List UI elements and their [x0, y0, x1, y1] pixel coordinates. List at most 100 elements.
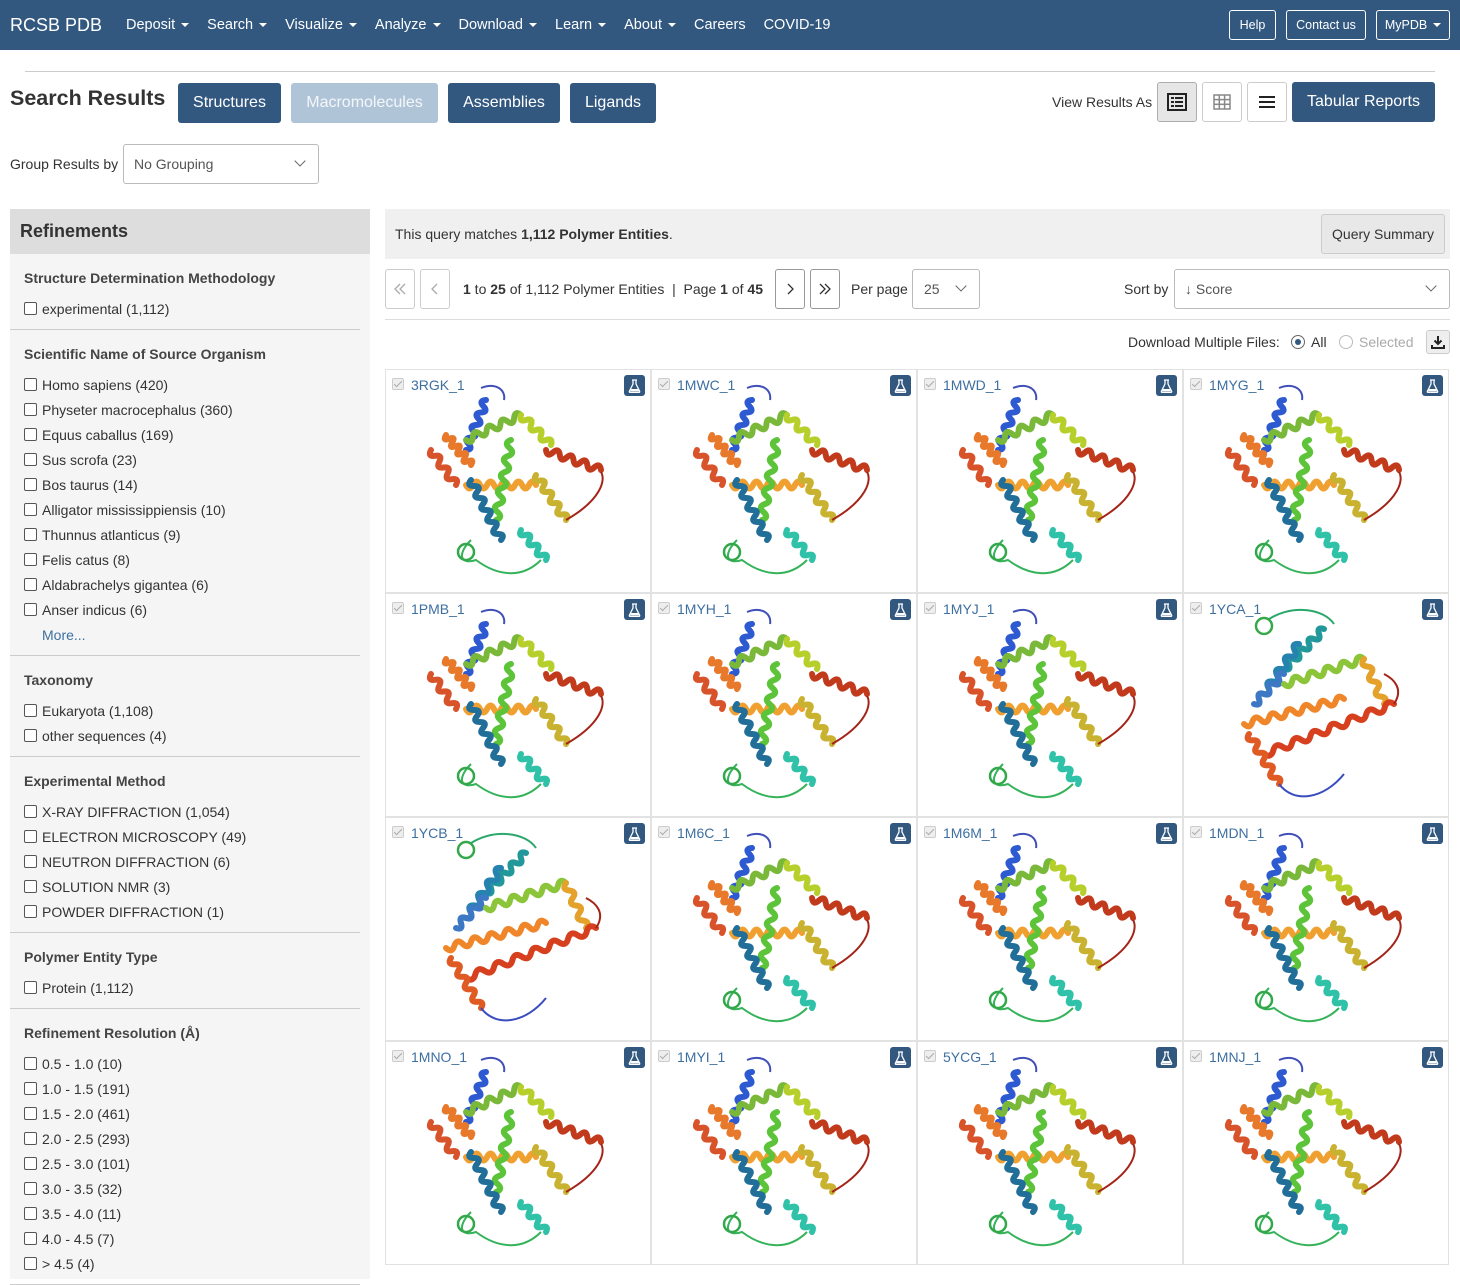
facet-option[interactable]: POWDER DIFFRACTION (1): [24, 899, 350, 924]
tab-macromolecules[interactable]: Macromolecules: [291, 83, 438, 123]
grouping-select[interactable]: No Grouping: [123, 144, 319, 184]
result-checkbox[interactable]: [924, 602, 936, 614]
facet-option[interactable]: Physeter macrocephalus (360): [24, 397, 350, 422]
flask-icon[interactable]: [1422, 823, 1443, 844]
facet-checkbox[interactable]: [24, 1182, 37, 1195]
facet-checkbox[interactable]: [24, 503, 37, 516]
result-checkbox[interactable]: [392, 602, 404, 614]
facet-checkbox[interactable]: [24, 880, 37, 893]
download-selected-radio[interactable]: [1339, 335, 1353, 349]
facet-option[interactable]: Alligator mississippiensis (10): [24, 497, 350, 522]
facet-option[interactable]: 0.5 - 1.0 (10): [24, 1051, 350, 1076]
flask-icon[interactable]: [890, 823, 911, 844]
result-checkbox[interactable]: [658, 1050, 670, 1062]
flask-icon[interactable]: [1156, 1047, 1177, 1068]
facet-option[interactable]: 1.0 - 1.5 (191): [24, 1076, 350, 1101]
flask-icon[interactable]: [624, 599, 645, 620]
tab-structures[interactable]: Structures: [178, 83, 281, 123]
result-checkbox[interactable]: [392, 826, 404, 838]
facet-checkbox[interactable]: [24, 1107, 37, 1120]
sort-select[interactable]: ↓ Score: [1174, 269, 1450, 309]
help-button[interactable]: Help: [1229, 10, 1276, 40]
structure-image[interactable]: [426, 1052, 616, 1252]
facet-option[interactable]: 1.5 - 2.0 (461): [24, 1101, 350, 1126]
facet-checkbox[interactable]: [24, 1157, 37, 1170]
facet-checkbox[interactable]: [24, 553, 37, 566]
facet-option[interactable]: Equus caballus (169): [24, 422, 350, 447]
flask-icon[interactable]: [1422, 375, 1443, 396]
nav-visualize[interactable]: Visualize: [285, 17, 357, 33]
nav-covid-19[interactable]: COVID-19: [764, 17, 831, 33]
facet-checkbox[interactable]: [24, 1082, 37, 1095]
facet-option[interactable]: experimental (1,112): [24, 296, 350, 321]
next-page-button[interactable]: [775, 269, 805, 309]
facet-option[interactable]: SOLUTION NMR (3): [24, 874, 350, 899]
facet-option[interactable]: X-RAY DIFFRACTION (1,054): [24, 799, 350, 824]
flask-icon[interactable]: [1422, 1047, 1443, 1068]
structure-image[interactable]: [958, 1052, 1148, 1252]
structure-image[interactable]: [1224, 828, 1414, 1028]
facet-checkbox[interactable]: [24, 428, 37, 441]
facet-checkbox[interactable]: [24, 403, 37, 416]
structure-image[interactable]: [958, 828, 1148, 1028]
facet-option[interactable]: Sus scrofa (23): [24, 447, 350, 472]
download-all-radio[interactable]: [1291, 335, 1305, 349]
result-checkbox[interactable]: [658, 602, 670, 614]
structure-image[interactable]: [426, 828, 616, 1028]
flask-icon[interactable]: [624, 1047, 645, 1068]
structure-image[interactable]: [958, 380, 1148, 580]
flask-icon[interactable]: [1156, 823, 1177, 844]
result-checkbox[interactable]: [1190, 826, 1202, 838]
nav-analyze[interactable]: Analyze: [375, 17, 441, 33]
facet-checkbox[interactable]: [24, 704, 37, 717]
facet-option[interactable]: Thunnus atlanticus (9): [24, 522, 350, 547]
facet-checkbox[interactable]: [24, 729, 37, 742]
nav-download[interactable]: Download: [459, 17, 537, 33]
facet-option[interactable]: Eukaryota (1,108): [24, 698, 350, 723]
result-checkbox[interactable]: [924, 1050, 936, 1062]
facet-checkbox[interactable]: [24, 302, 37, 315]
query-summary-button[interactable]: Query Summary: [1321, 214, 1445, 254]
more-link[interactable]: More...: [24, 622, 350, 647]
facet-checkbox[interactable]: [24, 378, 37, 391]
structure-image[interactable]: [958, 604, 1148, 804]
facet-option[interactable]: > 4.5 (4): [24, 1251, 350, 1276]
facet-option[interactable]: NEUTRON DIFFRACTION (6): [24, 849, 350, 874]
facet-checkbox[interactable]: [24, 1132, 37, 1145]
facet-option[interactable]: Bos taurus (14): [24, 472, 350, 497]
result-checkbox[interactable]: [924, 826, 936, 838]
structure-image[interactable]: [1224, 604, 1414, 804]
last-page-button[interactable]: [810, 269, 840, 309]
structure-image[interactable]: [692, 604, 882, 804]
flask-icon[interactable]: [890, 599, 911, 620]
nav-search[interactable]: Search: [207, 17, 268, 33]
flask-icon[interactable]: [624, 375, 645, 396]
facet-option[interactable]: 3.0 - 3.5 (32): [24, 1176, 350, 1201]
flask-icon[interactable]: [1422, 599, 1443, 620]
contact-us-button[interactable]: Contact us: [1286, 10, 1366, 40]
facet-checkbox[interactable]: [24, 855, 37, 868]
flask-icon[interactable]: [1156, 599, 1177, 620]
previous-page-button[interactable]: [420, 269, 450, 309]
flask-icon[interactable]: [890, 375, 911, 396]
facet-checkbox[interactable]: [24, 603, 37, 616]
facet-option[interactable]: Felis catus (8): [24, 547, 350, 572]
result-checkbox[interactable]: [392, 378, 404, 390]
result-checkbox[interactable]: [392, 1050, 404, 1062]
first-page-button[interactable]: [385, 269, 415, 309]
facet-option[interactable]: 4.0 - 4.5 (7): [24, 1226, 350, 1251]
facet-option[interactable]: Aldabrachelys gigantea (6): [24, 572, 350, 597]
facet-checkbox[interactable]: [24, 1232, 37, 1245]
nav-about[interactable]: About: [624, 17, 676, 33]
per-page-select[interactable]: 25: [912, 269, 980, 309]
result-checkbox[interactable]: [1190, 1050, 1202, 1062]
grid-view-button[interactable]: [1202, 82, 1242, 122]
tab-assemblies[interactable]: Assemblies: [448, 83, 560, 123]
facet-option[interactable]: Protein (1,112): [24, 975, 350, 1000]
result-checkbox[interactable]: [924, 378, 936, 390]
compact-list-button[interactable]: [1247, 82, 1287, 122]
facet-checkbox[interactable]: [24, 905, 37, 918]
structure-image[interactable]: [692, 828, 882, 1028]
facet-checkbox[interactable]: [24, 578, 37, 591]
facet-option[interactable]: 2.5 - 3.0 (101): [24, 1151, 350, 1176]
